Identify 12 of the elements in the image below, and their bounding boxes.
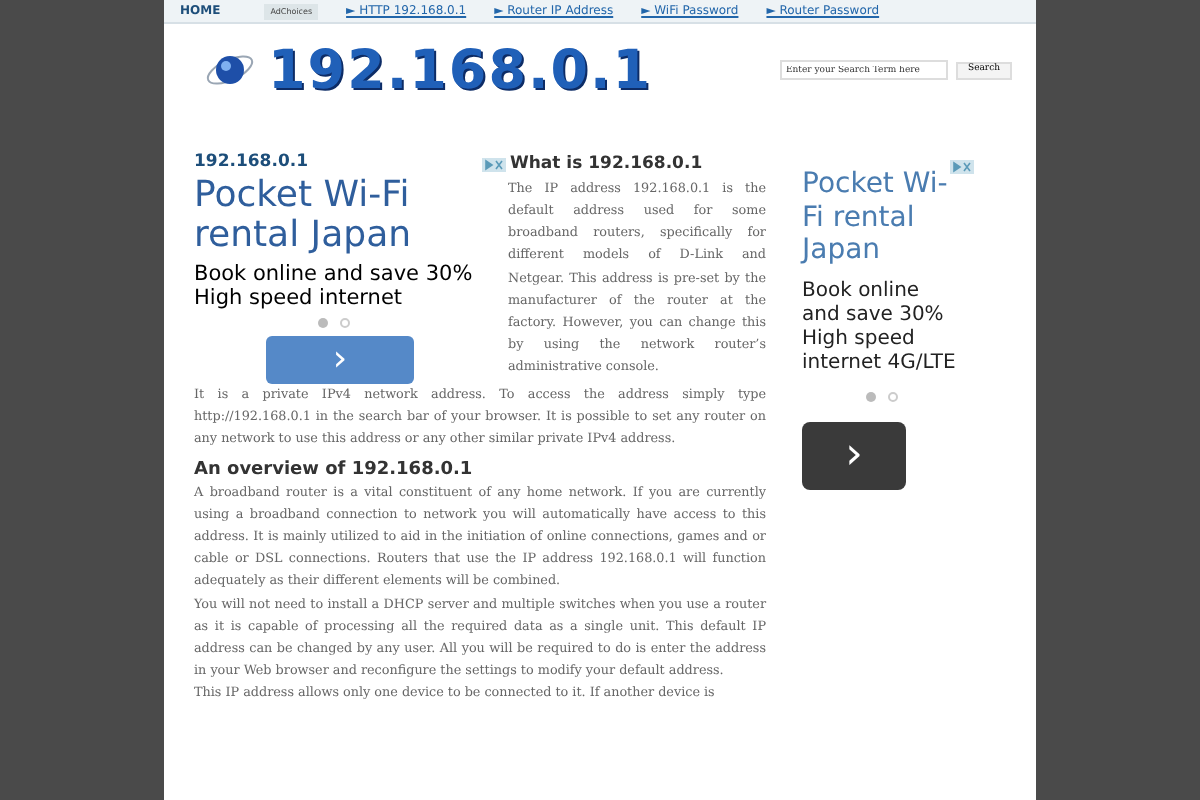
next-button[interactable]: › — [802, 421, 906, 489]
ad-text: Book online and save 30% High speed internet — [194, 262, 474, 310]
section-heading: An overview of 192.168.0.1 — [194, 457, 475, 482]
adchoices-icon[interactable] — [950, 160, 974, 174]
headline-text: Pocket Wi-Fi rental Japan — [194, 176, 414, 256]
page-title: 192.168.0.1 — [194, 152, 311, 172]
next-button[interactable]: › — [266, 336, 414, 384]
ad-text: Book online and save 30% High speed internet 4G/LTE — [802, 279, 958, 375]
section-heading: What is 192.168.0.1 — [510, 152, 703, 178]
site-logo: 192.168.0.1 — [268, 43, 653, 97]
headline-text: Pocket Wi-Fi rental Japan — [802, 166, 950, 267]
adchoices-icon[interactable] — [482, 157, 506, 172]
